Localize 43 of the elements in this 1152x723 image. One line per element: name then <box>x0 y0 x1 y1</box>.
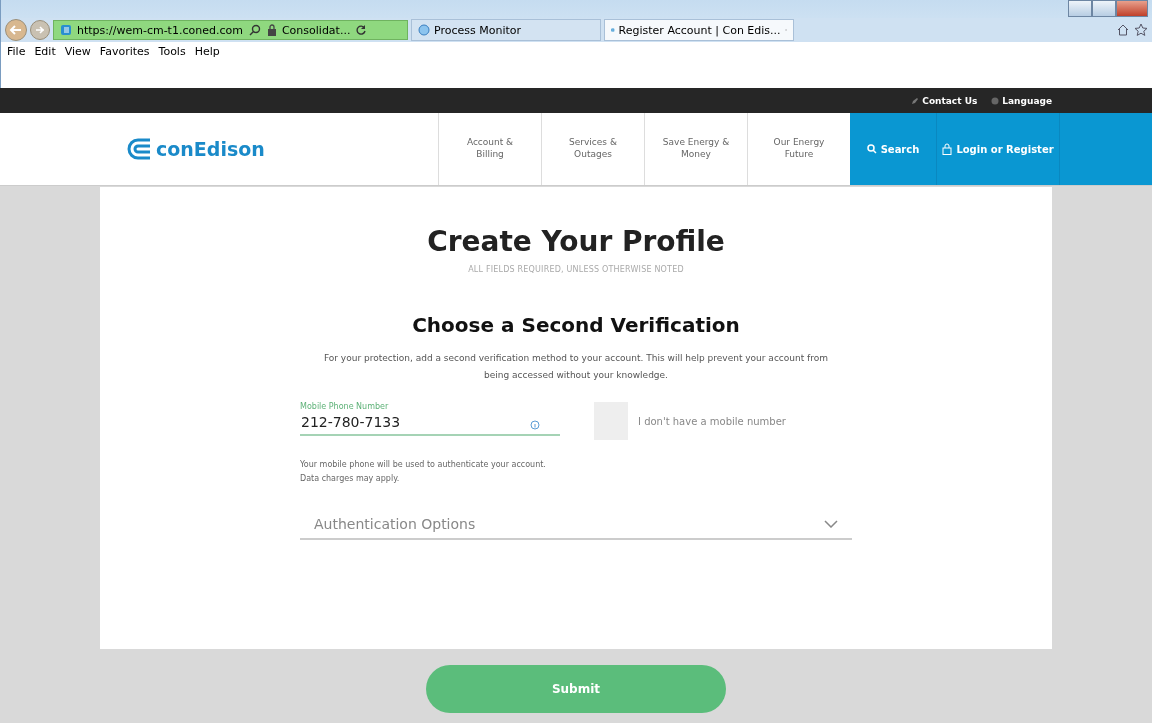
description-text: For your protection, add a second verification method to your account. This will help prevent your account from being accessed without your knowledge. <box>322 352 830 382</box>
utility-link[interactable]: Contact Us <box>922 95 978 106</box>
browser-tab[interactable]: Register Account | Con Edis... <box>604 19 794 41</box>
refresh-icon <box>355 24 368 36</box>
field-label: Mobile Phone Number <box>300 402 390 411</box>
section-title: Choose a Second Verification <box>412 312 740 338</box>
url-text: https://wem-cm-t1.coned.com <box>77 23 243 37</box>
help-text: Your mobile phone will be used to authenticate your account. Data charges may apply. <box>300 459 547 485</box>
chevron-down-icon <box>824 520 838 528</box>
required-note: ALL FIELDS REQUIRED, UNLESS OTHERWISE NOTED <box>468 265 684 274</box>
nav-item[interactable]: Services & Outages <box>541 113 644 185</box>
nav-item[interactable]: Account & Billing <box>438 113 541 185</box>
restore-button[interactable] <box>1092 0 1116 17</box>
menu-item[interactable]: Tools <box>158 44 186 58</box>
menu-item[interactable]: Edit <box>34 44 56 58</box>
lock-icon <box>266 24 277 36</box>
checkbox-label: I don't have a mobile number <box>638 415 786 427</box>
site-identity: Consolidat... <box>281 23 351 37</box>
phone-input[interactable]: 212-780-7133 <box>300 411 560 436</box>
lock-icon <box>942 143 953 155</box>
browser-tab[interactable]: Process Monitor <box>411 19 601 41</box>
forward-button[interactable] <box>30 20 50 40</box>
search-icon <box>866 144 877 154</box>
info-icon <box>530 420 540 430</box>
page-title: Create Your Profile <box>427 225 725 259</box>
logo-text: conEdison <box>156 138 265 160</box>
search-icon <box>247 24 262 36</box>
menu-item[interactable]: File <box>7 44 26 58</box>
home-icon <box>1116 23 1130 37</box>
menu-item[interactable]: View <box>64 44 91 58</box>
address-bar[interactable]: https://wem-cm-t1.coned.com Consolidat... <box>53 20 408 40</box>
close-button[interactable] <box>1116 0 1148 17</box>
pencil-icon <box>911 96 920 105</box>
authentication-dropdown[interactable]: Authentication Options <box>300 512 852 540</box>
back-button[interactable] <box>5 19 27 41</box>
utility-link[interactable]: Language <box>1002 95 1052 106</box>
star-icon <box>1134 23 1148 37</box>
logo-mark-icon <box>126 137 152 161</box>
nav-item[interactable]: Save Energy & Money <box>644 113 747 185</box>
forward-arrow-icon <box>34 24 46 36</box>
menu-item[interactable]: Favorites <box>99 44 150 58</box>
menu-item[interactable]: Help <box>194 44 220 58</box>
minimize-button[interactable] <box>1068 0 1092 17</box>
